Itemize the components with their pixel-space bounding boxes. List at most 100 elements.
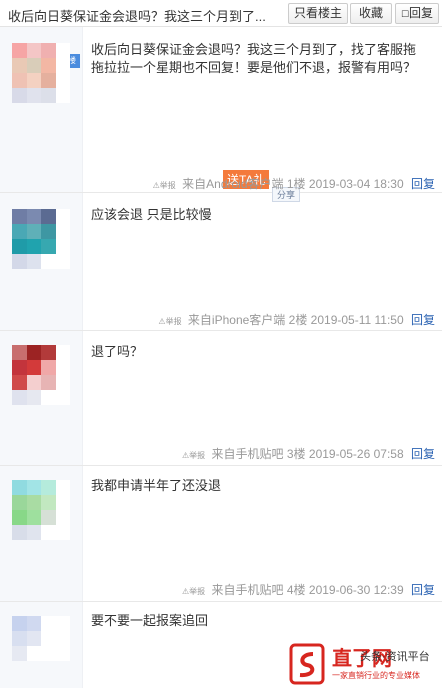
floor-number: 3楼 [286, 447, 306, 461]
avatar-pixel [26, 224, 41, 239]
avatar-pixel [12, 390, 27, 405]
post-content: 退了吗？ [91, 344, 144, 359]
avatar-pixel [41, 631, 56, 646]
avatar-pixel [26, 239, 41, 254]
avatar-pixel [26, 495, 41, 510]
avatar-pixel [12, 254, 27, 269]
avatar-pixel [55, 58, 70, 73]
avatar-pixel [55, 390, 70, 405]
reply-link[interactable]: 回复 [411, 313, 435, 327]
avatar-pixel [26, 43, 41, 58]
avatar-pixel [26, 510, 41, 525]
post-time: 2019-05-26 07:58 [308, 447, 404, 461]
floor-number: 1楼 [286, 177, 306, 191]
avatar-pixel [26, 209, 41, 224]
avatar-pixel [55, 510, 70, 525]
avatar-pixel [55, 88, 70, 103]
avatar-pixel [55, 631, 70, 646]
avatar-pixel [41, 495, 56, 510]
avatar-pixel [12, 510, 27, 525]
post-time: 2019-05-11 11:50 [310, 313, 404, 327]
post-time: 2019-03-04 18:30 [308, 177, 404, 191]
avatar-pixel [26, 254, 41, 269]
avatar-pixel [26, 525, 41, 540]
avatar-pixel [12, 209, 27, 224]
avatar-pixel [12, 239, 27, 254]
avatar-pixel [26, 73, 41, 88]
post-time: 2019-06-30 12:39 [308, 583, 404, 597]
post-tail: ⚠举报 来自手机贴吧 3楼 2019-05-26 07:58 回复 [182, 445, 435, 462]
avatar[interactable] [12, 616, 70, 661]
avatar-pixel [55, 525, 70, 540]
post-content: 要不要一起报案追回 [91, 613, 209, 628]
avatar-pixel [41, 345, 56, 360]
post-tail: ⚠举报 来自iPhone客户端 2楼 2019-05-11 11:50 回复 [158, 311, 435, 328]
avatar-pixel [12, 224, 27, 239]
avatar-pixel [26, 360, 41, 375]
floor-number: 2楼 [288, 313, 308, 327]
client-source: 来自手机贴吧 [211, 583, 284, 597]
avatar-pixel [12, 88, 27, 103]
post-content: 我都申请半年了还没退 [91, 478, 222, 493]
report-link[interactable]: ⚠举报 [182, 587, 205, 596]
reply-icon: ☐ [400, 9, 410, 19]
avatar[interactable] [12, 43, 70, 103]
thread-title: 收后向日葵保证金会退吗？我这三个月到了... [8, 9, 266, 24]
avatar-pixel [55, 345, 70, 360]
avatar-pixel [41, 58, 56, 73]
avatar[interactable] [12, 345, 70, 405]
avatar-pixel [12, 345, 27, 360]
avatar-pixel [41, 375, 56, 390]
avatar-pixel [41, 616, 56, 631]
client-source: 来自iPhone客户端 [187, 313, 286, 327]
avatar-pixel [55, 360, 70, 375]
favorite-button[interactable]: 收藏 [350, 3, 392, 24]
avatar-pixel [12, 646, 27, 661]
brand-overlay-text: 头条·资讯平台 [360, 651, 430, 663]
post-4: 我都申请半年了还没退 ⚠举报 来自手机贴吧 4楼 2019-06-30 12:3… [0, 466, 442, 602]
reply-link[interactable]: 回复 [411, 583, 435, 597]
floor-number: 4楼 [286, 583, 306, 597]
avatar-pixel [12, 480, 27, 495]
brand-subtitle: 一家直销行业的专业媒体 [332, 671, 420, 680]
avatar[interactable] [12, 480, 70, 540]
avatar-pixel [26, 646, 41, 661]
post-content: 应该会退 只是比较慢 [91, 207, 212, 222]
avatar-pixel [41, 43, 56, 58]
report-link[interactable]: ⚠举报 [158, 317, 181, 326]
avatar[interactable] [12, 209, 70, 269]
avatar-pixel [41, 360, 56, 375]
avatar-pixel [55, 375, 70, 390]
avatar-pixel [41, 646, 56, 661]
client-source: 来自手机贴吧 [211, 447, 284, 461]
avatar-pixel [41, 480, 56, 495]
avatar-pixel [12, 616, 27, 631]
avatar-pixel [12, 495, 27, 510]
avatar-pixel [41, 254, 56, 269]
watermark: 直了网 头条·资讯平台 一家直销行业的专业媒体 [288, 640, 438, 688]
avatar-pixel [41, 525, 56, 540]
reply-link[interactable]: 回复 [411, 177, 435, 191]
avatar-pixel [26, 345, 41, 360]
post-tail: ⚠举报 来自Android客户端 1楼 2019-03-04 18:30 回复 [153, 175, 435, 192]
avatar-pixel [41, 88, 56, 103]
only-op-button[interactable]: 只看楼主 [288, 3, 348, 24]
avatar-pixel [55, 646, 70, 661]
avatar-pixel [55, 616, 70, 631]
avatar-pixel [26, 390, 41, 405]
avatar-pixel [55, 209, 70, 224]
report-link[interactable]: ⚠举报 [153, 181, 176, 190]
avatar-pixel [26, 58, 41, 73]
post-tail: ⚠举报 来自手机贴吧 4楼 2019-06-30 12:39 回复 [182, 581, 435, 598]
avatar-pixel [41, 73, 56, 88]
post-3: 退了吗？ ⚠举报 来自手机贴吧 3楼 2019-05-26 07:58 回复 [0, 331, 442, 466]
avatar-pixel [55, 239, 70, 254]
report-link[interactable]: ⚠举报 [182, 451, 205, 460]
reply-link[interactable]: 回复 [411, 447, 435, 461]
avatar-pixel [12, 375, 27, 390]
avatar-pixel [41, 510, 56, 525]
thread-header: 收后向日葵保证金会退吗？我这三个月到了... 只看楼主 收藏 ☐回复 [0, 0, 442, 27]
avatar-pixel [41, 390, 56, 405]
brand-logo-icon [289, 643, 325, 685]
reply-button[interactable]: ☐回复 [395, 3, 439, 24]
